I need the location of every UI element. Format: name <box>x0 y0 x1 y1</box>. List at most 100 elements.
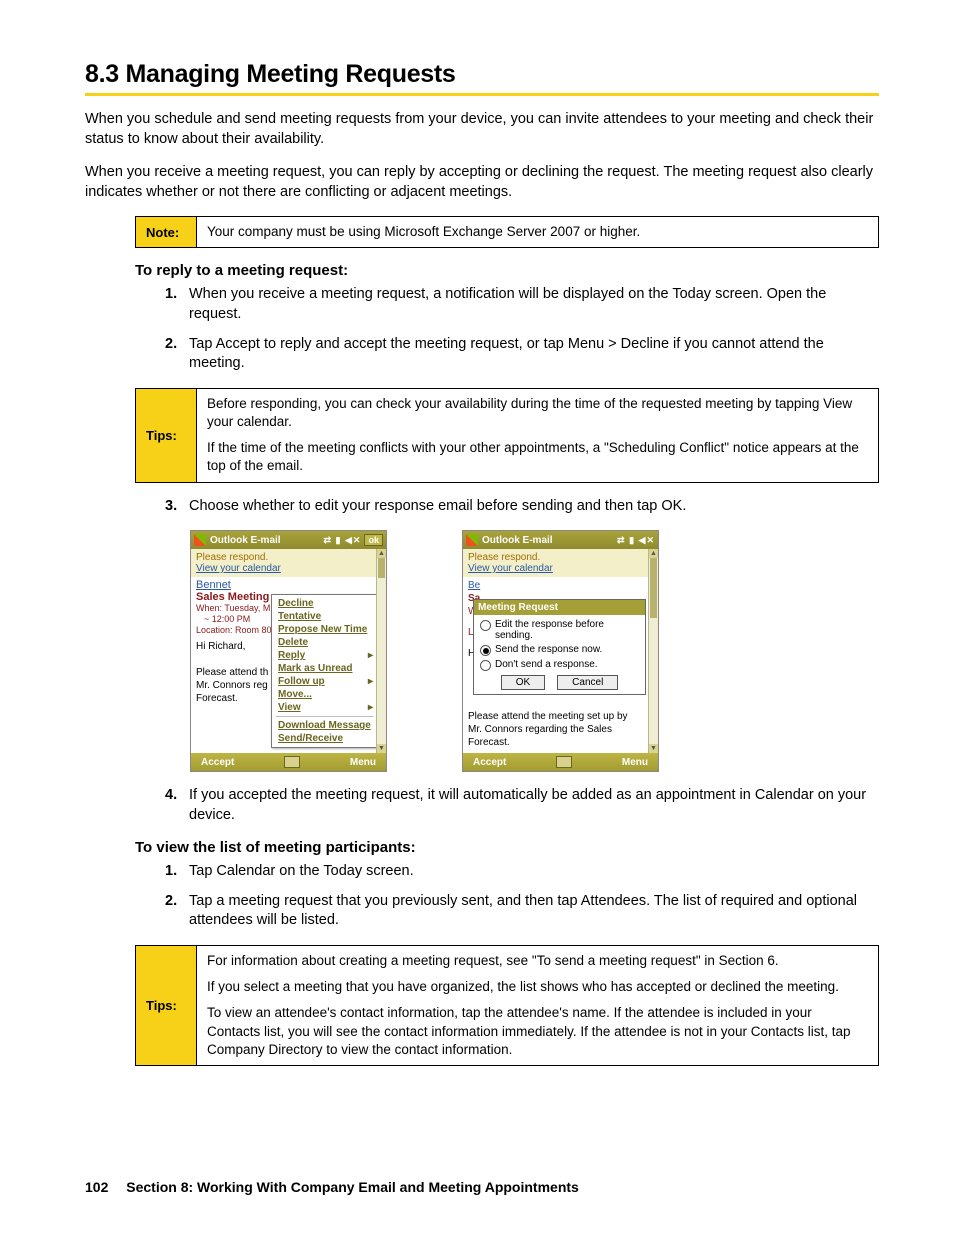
tips-callout-1: Tips: Before responding, you can check y… <box>135 388 879 483</box>
phone-screenshot-dialog: Outlook E-mail ⇄ ▮ ◀✕ Please respond. Vi… <box>462 530 659 772</box>
step-item: Tap Calendar on the Today screen. <box>165 862 879 882</box>
menu-item-move[interactable]: Move... <box>272 688 377 701</box>
radio-edit-response[interactable]: Edit the response before sending. <box>480 619 639 641</box>
scrollbar[interactable]: ▲ ▼ <box>376 549 386 753</box>
tips-callout-2: Tips: For information about creating a m… <box>135 945 879 1066</box>
scrollbar[interactable]: ▲ ▼ <box>648 549 658 753</box>
step-text: . <box>682 498 686 514</box>
note-label: Note: <box>136 217 197 247</box>
phone-title: Outlook E-mail <box>482 535 553 546</box>
accept-softkey[interactable]: Accept <box>201 757 234 768</box>
radio-label: Send the response now. <box>495 644 602 655</box>
scroll-down-icon[interactable]: ▼ <box>377 744 386 753</box>
menu-item-follow-up[interactable]: Follow up▸ <box>272 675 377 688</box>
ok-button[interactable]: ok <box>364 534 383 546</box>
tips-text: . <box>288 414 292 429</box>
scroll-thumb[interactable] <box>650 558 657 618</box>
heading-rule <box>85 93 879 96</box>
step-text: on the Today screen. <box>275 863 413 879</box>
phone-titlebar: Outlook E-mail ⇄ ▮ ◀✕ ok <box>191 531 386 549</box>
scroll-down-icon[interactable]: ▼ <box>649 744 658 753</box>
windows-flag-icon <box>194 534 206 546</box>
step-bold: Menu > Decline <box>568 336 669 352</box>
page-number: 102 <box>85 1179 108 1195</box>
step-text: Tap <box>189 336 216 352</box>
phone-toolbar: Accept Menu <box>463 753 658 771</box>
scroll-up-icon[interactable]: ▲ <box>377 549 386 558</box>
intro-paragraph-1: When you schedule and send meeting reque… <box>85 110 879 149</box>
view-calendar-link[interactable]: View your calendar <box>468 563 653 574</box>
document-page: 8.3 Managing Meeting Requests When you s… <box>0 0 954 1235</box>
menu-item-view[interactable]: View▸ <box>272 701 377 714</box>
dialog-cancel-button[interactable]: Cancel <box>557 675 618 690</box>
menu-softkey[interactable]: Menu <box>622 757 648 768</box>
intro-paragraph-2: When you receive a meeting request, you … <box>85 163 879 202</box>
steps-reply-cont: Choose whether to edit your response ema… <box>165 497 879 517</box>
menu-item-decline[interactable]: Decline <box>272 597 377 610</box>
section-heading: 8.3 Managing Meeting Requests <box>85 60 879 89</box>
menu-softkey[interactable]: Menu <box>350 757 376 768</box>
note-text-pre: Your company must be using <box>207 224 384 239</box>
tips-bold: Company Directory <box>207 1042 323 1057</box>
menu-item-tentative[interactable]: Tentative <box>272 610 377 623</box>
step-text: Tap a meeting request that you previousl… <box>189 893 581 909</box>
menu-item-send-receive[interactable]: Send/Receive <box>272 732 377 745</box>
tips-text: To view an attendee's contact informatio… <box>207 1005 851 1038</box>
note-content: Your company must be using Microsoft Exc… <box>197 217 878 247</box>
step-item: Choose whether to edit your response ema… <box>165 497 879 517</box>
menu-item-delete[interactable]: Delete <box>272 636 377 649</box>
tips-text: For information about creating a meeting… <box>207 952 868 970</box>
note-callout: Note: Your company must be using Microso… <box>135 216 879 248</box>
keyboard-icon[interactable] <box>556 756 572 768</box>
phone-titlebar: Outlook E-mail ⇄ ▮ ◀✕ <box>463 531 658 549</box>
tips-text: If you select a meeting that you have or… <box>207 978 868 996</box>
meeting-request-dialog: Meeting Request Edit the response before… <box>473 599 646 695</box>
context-menu: Decline Tentative Propose New Time Delet… <box>271 594 378 748</box>
keyboard-icon[interactable] <box>284 756 300 768</box>
menu-item-reply[interactable]: Reply▸ <box>272 649 377 662</box>
note-text-bold: Microsoft Exchange Server 2007 <box>384 224 580 239</box>
tips-label: Tips: <box>136 389 197 482</box>
scroll-thumb[interactable] <box>378 558 385 578</box>
tips-label: Tips: <box>136 946 197 1065</box>
email-body: Please attend the meeting set up by Mr. … <box>463 706 648 753</box>
phone-screenshot-menu: Outlook E-mail ⇄ ▮ ◀✕ ok Please respond.… <box>190 530 387 772</box>
steps-reply: When you receive a meeting request, a no… <box>165 285 879 373</box>
notice-banner: Please respond. View your calendar <box>191 549 386 577</box>
subhead-participants: To view the list of meeting participants… <box>135 839 879 856</box>
scroll-up-icon[interactable]: ▲ <box>649 549 658 558</box>
dialog-ok-button[interactable]: OK <box>501 675 545 690</box>
step-item: Tap a meeting request that you previousl… <box>165 892 879 931</box>
please-respond-text: Please respond. <box>468 552 653 563</box>
accept-softkey[interactable]: Accept <box>473 757 506 768</box>
status-icons: ⇄ ▮ ◀✕ <box>324 535 362 546</box>
sender-link[interactable]: Bennet <box>191 577 386 591</box>
step-bold: Attendees <box>581 893 646 909</box>
menu-item-mark-unread[interactable]: Mark as Unread <box>272 662 377 675</box>
page-footer: 102 Section 8: Working With Company Emai… <box>85 1179 579 1195</box>
dialog-title: Meeting Request <box>474 600 645 615</box>
tips-text: Before responding, you can check your av… <box>207 396 823 411</box>
tips-text: If the time of the meeting conflicts wit… <box>207 439 868 475</box>
tips-content: Before responding, you can check your av… <box>197 389 878 482</box>
section-footer-title: Section 8: Working With Company Email an… <box>126 1179 579 1195</box>
when-line: ~ 12:00 PM <box>204 614 250 624</box>
view-calendar-link[interactable]: View your calendar <box>196 563 381 574</box>
step-item: When you receive a meeting request, a no… <box>165 285 879 324</box>
please-respond-text: Please respond. <box>196 552 381 563</box>
step-bold: Accept to <box>216 336 276 352</box>
radio-label: Edit the response before sending. <box>495 619 639 641</box>
menu-item-propose-new-time[interactable]: Propose New Time <box>272 623 377 636</box>
radio-dont-send[interactable]: Don't send a response. <box>480 659 639 671</box>
windows-flag-icon <box>466 534 478 546</box>
radio-label: Don't send a response. <box>495 659 598 670</box>
body-line: Please attend the meeting set up by <box>468 710 643 723</box>
body-line: Mr. Connors regarding the Sales <box>468 723 643 736</box>
body-line: Forecast. <box>468 736 643 749</box>
radio-send-now[interactable]: Send the response now. <box>480 644 639 656</box>
status-icons: ⇄ ▮ ◀✕ <box>617 535 655 546</box>
phone-toolbar: Accept Menu <box>191 753 386 771</box>
step-bold: OK <box>661 498 682 514</box>
step-item: If you accepted the meeting request, it … <box>165 786 879 825</box>
menu-item-download-message[interactable]: Download Message <box>272 719 377 732</box>
